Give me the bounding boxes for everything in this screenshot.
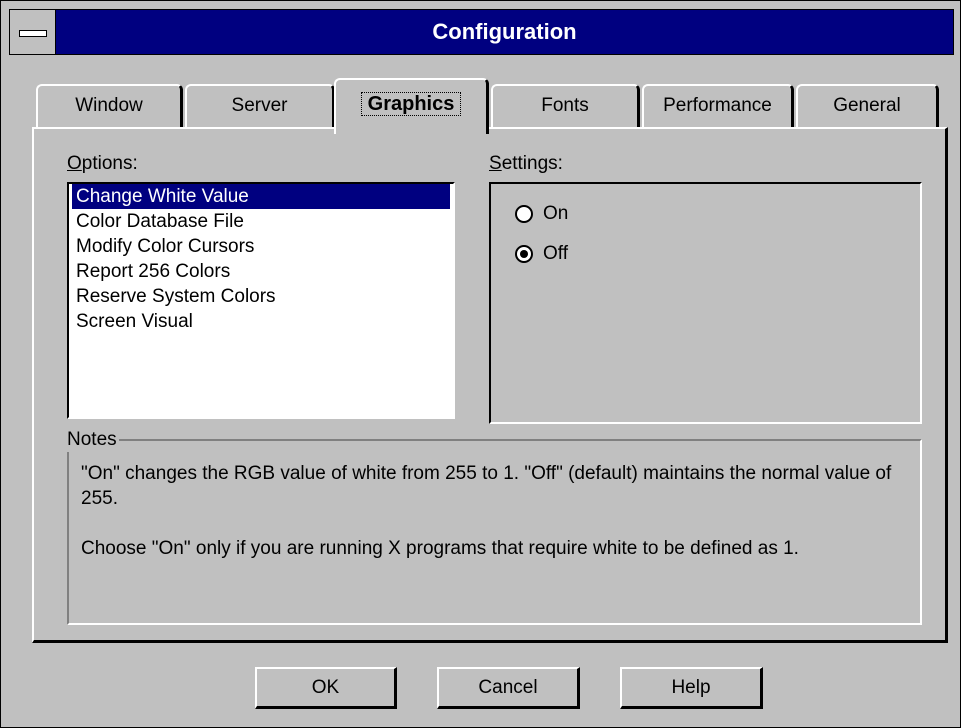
list-item[interactable]: Modify Color Cursors [72, 234, 450, 259]
tab-performance[interactable]: Performance [642, 84, 794, 131]
help-button[interactable]: Help [620, 667, 763, 709]
configuration-dialog: Configuration Window Server Graphics Fon… [0, 0, 961, 728]
system-menu-icon [19, 30, 47, 37]
notes-text: "On" changes the RGB value of white from… [81, 461, 901, 586]
radio-button-checked-icon[interactable] [515, 244, 533, 263]
radio-on[interactable]: On [515, 202, 568, 226]
tab-label: Window [75, 95, 143, 116]
settings-box: On Off [489, 182, 922, 424]
notes-groupbox: Notes "On" changes the RGB value of whit… [67, 428, 922, 625]
tab-fonts[interactable]: Fonts [491, 84, 640, 131]
tab-graphics[interactable]: Graphics [334, 78, 489, 134]
tab-label: Performance [663, 95, 772, 116]
options-label: Options: [67, 153, 138, 174]
tab-window[interactable]: Window [36, 84, 183, 131]
cancel-button[interactable]: Cancel [437, 667, 580, 709]
list-item[interactable]: Report 256 Colors [72, 259, 450, 284]
notes-paragraph: "On" changes the RGB value of white from… [81, 463, 892, 509]
ok-button[interactable]: OK [255, 667, 397, 709]
tab-label: Graphics [360, 92, 462, 116]
settings-label: Settings: [489, 153, 563, 174]
options-listbox[interactable]: Change White Value Color Database File M… [67, 182, 455, 419]
tab-label: Fonts [541, 95, 589, 116]
radio-off[interactable]: Off [515, 242, 568, 266]
tab-label: General [833, 95, 901, 116]
system-menu-button[interactable] [10, 10, 56, 54]
tab-label: Server [231, 95, 288, 116]
radio-label: Off [543, 243, 568, 264]
list-item[interactable]: Reserve System Colors [72, 284, 450, 309]
list-item[interactable]: Screen Visual [72, 309, 450, 334]
tab-general[interactable]: General [796, 84, 939, 131]
window-title: Configuration [432, 19, 577, 44]
notes-legend: Notes [67, 428, 119, 452]
notes-paragraph: Choose "On" only if you are running X pr… [81, 538, 799, 559]
title-bar[interactable]: Configuration [9, 9, 954, 55]
radio-button-icon[interactable] [515, 204, 533, 223]
list-item[interactable]: Change White Value [72, 184, 450, 209]
radio-label: On [543, 203, 569, 224]
tab-server[interactable]: Server [185, 84, 335, 131]
list-item[interactable]: Color Database File [72, 209, 450, 234]
